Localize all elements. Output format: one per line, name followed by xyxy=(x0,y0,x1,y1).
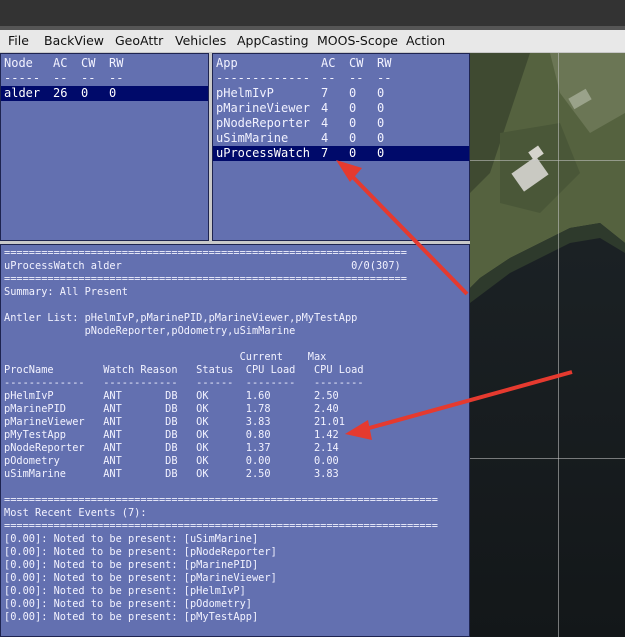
app-ac: 7 xyxy=(321,86,329,100)
separator: ------------- xyxy=(216,71,310,85)
node-ac: 26 xyxy=(53,86,68,100)
app-list-separator: ------------- -- -- -- xyxy=(213,71,469,86)
app-rw: 0 xyxy=(377,101,385,115)
app-rw: 0 xyxy=(377,116,385,130)
menu-bar: File BackView GeoAttr Vehicles AppCastin… xyxy=(0,30,625,53)
report-event: [0.00]: Noted to be present: [pOdometry] xyxy=(4,598,252,610)
menu-action[interactable]: Action xyxy=(406,33,445,48)
separator: -- xyxy=(53,71,68,85)
app-name: pHelmIvP xyxy=(216,86,274,100)
report-table-row: pMarineViewer ANT DB OK 3.83 21.01 xyxy=(4,416,345,428)
app-name: pMarineViewer xyxy=(216,101,310,115)
app-cw: 0 xyxy=(349,101,357,115)
appcast-report-panel[interactable]: ========================================… xyxy=(0,244,470,637)
report-events-title: Most Recent Events (7): xyxy=(4,507,147,519)
app-rw: 0 xyxy=(377,146,385,160)
node-name: alder xyxy=(4,86,41,100)
app-cw: 0 xyxy=(349,116,357,130)
report-table-row: pHelmIvP ANT DB OK 1.60 2.50 xyxy=(4,390,339,402)
map-view[interactable] xyxy=(470,53,625,637)
report-antler-list: Antler List: pHelmIvP,pMarinePID,pMarine… xyxy=(4,312,358,324)
separator: -- xyxy=(321,71,336,85)
ac-col-header: AC xyxy=(53,56,68,70)
app-ac: 4 xyxy=(321,131,329,145)
rw-col-header: RW xyxy=(109,56,124,70)
app-name: uProcessWatch xyxy=(216,146,310,160)
report-table-row: pMarinePID ANT DB OK 1.78 2.40 xyxy=(4,403,339,415)
node-row-alder[interactable]: alder 26 0 0 xyxy=(1,86,208,101)
app-rw: 0 xyxy=(377,131,385,145)
report-table-row: pNodeReporter ANT DB OK 1.37 2.14 xyxy=(4,442,339,454)
report-line: ========================================… xyxy=(4,494,438,506)
report-line: ========================================… xyxy=(4,273,407,285)
node-list-header: Node AC CW RW xyxy=(1,56,208,71)
report-title: uProcessWatch alder 0/0(307) xyxy=(4,260,401,272)
report-event: [0.00]: Noted to be present: [uSimMarine… xyxy=(4,533,259,545)
report-table-header: ProcName Watch Reason Status CPU Load CP… xyxy=(4,364,364,376)
app-name: pNodeReporter xyxy=(216,116,310,130)
report-antler-list-cont: pNodeReporter,pOdometry,uSimMarine xyxy=(4,325,296,337)
app-cw: 0 xyxy=(349,131,357,145)
app-row-uprocesswatch[interactable]: uProcessWatch 7 0 0 xyxy=(213,146,469,161)
app-ac: 4 xyxy=(321,116,329,130)
node-cw: 0 xyxy=(81,86,89,100)
menu-backview[interactable]: BackView xyxy=(44,33,104,48)
app-list-panel: App AC CW RW ------------- -- -- -- pHel… xyxy=(212,53,470,241)
app-name: uSimMarine xyxy=(216,131,289,145)
map-grid-line xyxy=(470,458,625,459)
menu-moos-scope[interactable]: MOOS-Scope xyxy=(317,33,398,48)
report-event: [0.00]: Noted to be present: [pHelmIvP] xyxy=(4,585,246,597)
menu-geoattr[interactable]: GeoAttr xyxy=(115,33,163,48)
app-ac: 4 xyxy=(321,101,329,115)
report-event: [0.00]: Noted to be present: [pNodeRepor… xyxy=(4,546,277,558)
rw-col-header: RW xyxy=(377,56,392,70)
menu-vehicles[interactable]: Vehicles xyxy=(175,33,226,48)
separator: -- xyxy=(109,71,124,85)
node-col-header: Node xyxy=(4,56,33,70)
separator: -- xyxy=(349,71,364,85)
app-cw: 0 xyxy=(349,146,357,160)
report-event: [0.00]: Noted to be present: [pMarinePID… xyxy=(4,559,259,571)
app-row-pnodereporter[interactable]: pNodeReporter 4 0 0 xyxy=(213,116,469,131)
report-line: ========================================… xyxy=(4,247,407,259)
separator: -- xyxy=(377,71,392,85)
cw-col-header: CW xyxy=(81,56,96,70)
map-grid-line xyxy=(470,160,625,161)
report-event: [0.00]: Noted to be present: [pMyTestApp… xyxy=(4,611,259,623)
app-rw: 0 xyxy=(377,86,385,100)
report-table-header: Current Max xyxy=(4,351,327,363)
node-list-panel: Node AC CW RW ----- -- -- -- alder 26 0 … xyxy=(0,53,209,241)
app-list-header: App AC CW RW xyxy=(213,56,469,71)
app-cw: 0 xyxy=(349,86,357,100)
ac-col-header: AC xyxy=(321,56,336,70)
app-ac: 7 xyxy=(321,146,329,160)
report-table-separator: ------------- ------------ ------ ------… xyxy=(4,377,364,389)
app-col-header: App xyxy=(216,56,238,70)
report-table-row: pOdometry ANT DB OK 0.00 0.00 xyxy=(4,455,339,467)
node-list-separator: ----- -- -- -- xyxy=(1,71,208,86)
menu-appcasting[interactable]: AppCasting xyxy=(237,33,309,48)
report-event: [0.00]: Noted to be present: [pMarineVie… xyxy=(4,572,277,584)
satellite-map-image xyxy=(470,53,625,637)
report-summary: Summary: All Present xyxy=(4,286,128,298)
app-row-phelmivp[interactable]: pHelmIvP 7 0 0 xyxy=(213,86,469,101)
report-table-row: uSimMarine ANT DB OK 2.50 3.83 xyxy=(4,468,339,480)
map-grid-line xyxy=(558,53,559,637)
app-row-pmarineviewer[interactable]: pMarineViewer 4 0 0 xyxy=(213,101,469,116)
menu-file[interactable]: File xyxy=(8,33,29,48)
separator: ----- xyxy=(4,71,41,85)
report-line: ========================================… xyxy=(4,520,438,532)
app-row-usimmarine[interactable]: uSimMarine 4 0 0 xyxy=(213,131,469,146)
node-rw: 0 xyxy=(109,86,117,100)
cw-col-header: CW xyxy=(349,56,364,70)
report-table-row: pMyTestApp ANT DB OK 0.80 1.42 xyxy=(4,429,339,441)
separator: -- xyxy=(81,71,96,85)
